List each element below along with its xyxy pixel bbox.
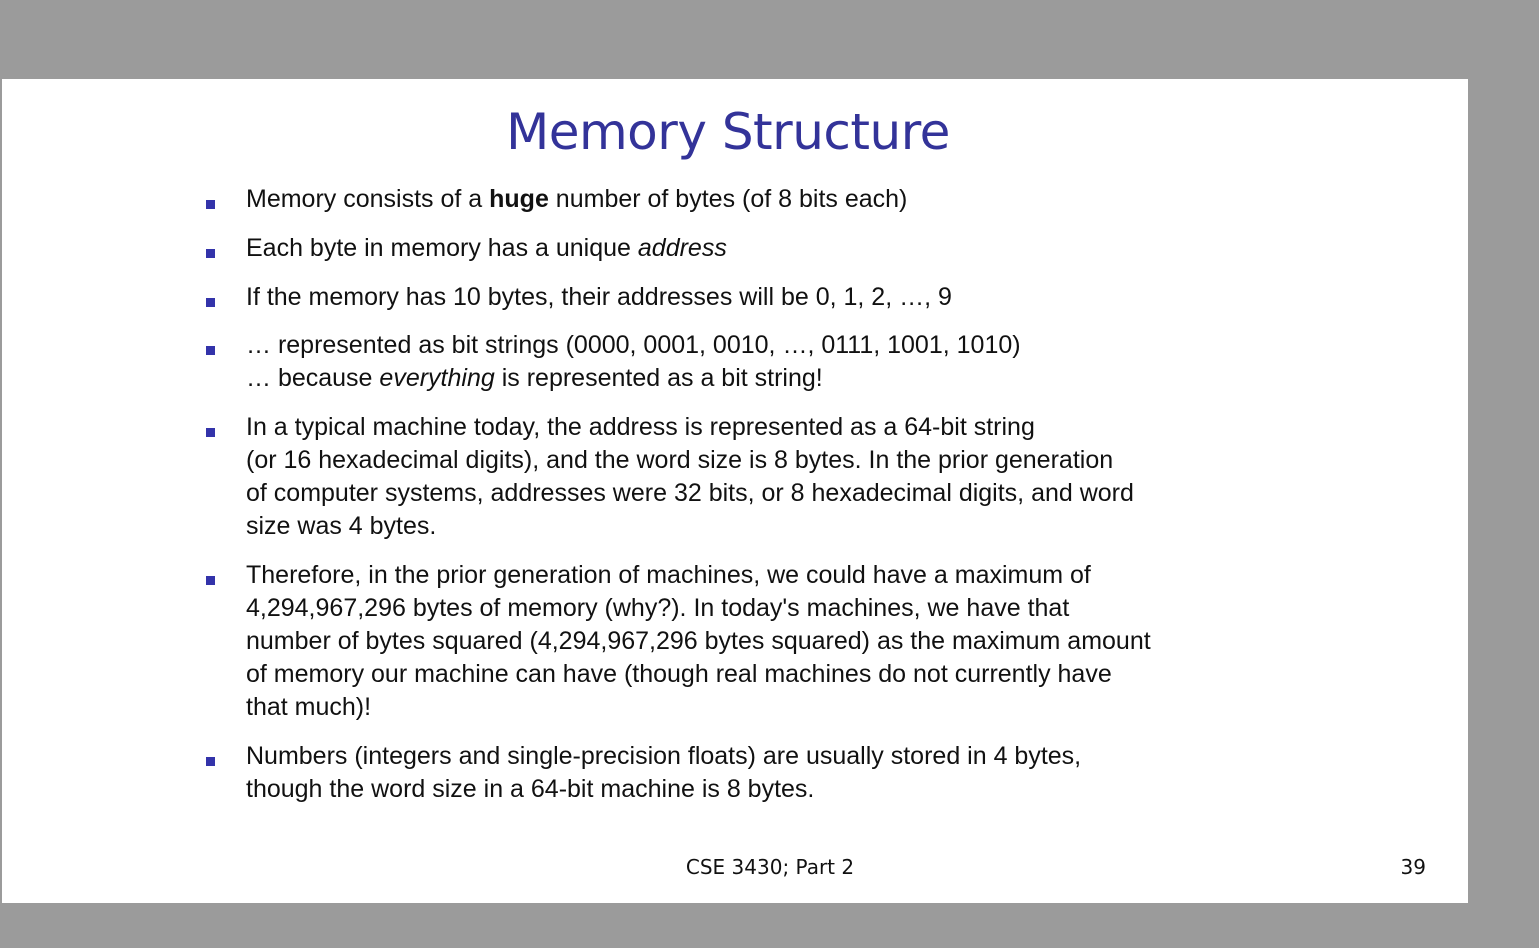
bullet-text: In a typical machine today, the address … xyxy=(246,411,1256,543)
bullet-line: that much)! xyxy=(246,691,1256,724)
text-segment: of memory our machine can have (though r… xyxy=(246,660,1112,688)
bullet-marker xyxy=(206,757,215,766)
bullet-line: … because everything is represented as a… xyxy=(246,362,1256,395)
emphasis-bold: huge xyxy=(489,185,549,213)
bullet-text: Each byte in memory has a unique address xyxy=(246,232,1256,265)
text-segment: Numbers (integers and single-precision f… xyxy=(246,742,1082,770)
emphasis-italic: everything xyxy=(379,364,495,392)
bullet-item: Each byte in memory has a unique address xyxy=(206,232,1246,265)
bullet-text: Memory consists of a huge number of byte… xyxy=(246,183,1256,216)
bullet-line: In a typical machine today, the address … xyxy=(246,411,1256,444)
text-segment: In a typical machine today, the address … xyxy=(246,413,1035,441)
text-segment: Memory consists of a xyxy=(246,185,490,213)
slide: Memory Structure Memory consists of a hu… xyxy=(2,79,1468,903)
text-segment: of computer systems, addresses were 32 b… xyxy=(246,479,1134,507)
text-segment: number of bytes squared (4,294,967,296 b… xyxy=(246,627,1151,655)
text-segment: is represented as a bit string! xyxy=(494,364,823,392)
bullet-item: Therefore, in the prior generation of ma… xyxy=(206,559,1246,724)
bullet-marker xyxy=(206,200,215,209)
bullet-line: 4,294,967,296 bytes of memory (why?). In… xyxy=(246,592,1256,625)
emphasis-italic: address xyxy=(637,234,727,262)
bullet-text: … represented as bit strings (0000, 0001… xyxy=(246,329,1256,395)
text-segment: If the memory has 10 bytes, their addres… xyxy=(246,283,952,311)
text-segment: (or 16 hexadecimal digits), and the word… xyxy=(246,446,1114,474)
bullet-marker xyxy=(206,576,215,585)
bullet-text: Therefore, in the prior generation of ma… xyxy=(246,559,1256,724)
bullet-item: In a typical machine today, the address … xyxy=(206,411,1246,543)
bullet-line: of memory our machine can have (though r… xyxy=(246,658,1256,691)
bullet-marker xyxy=(206,298,215,307)
bullet-line: If the memory has 10 bytes, their addres… xyxy=(246,281,1256,314)
text-segment: … because xyxy=(246,364,380,392)
text-segment: that much)! xyxy=(246,693,372,721)
slide-footer: CSE 3430; Part 2 xyxy=(685,855,855,879)
bullet-text: If the memory has 10 bytes, their addres… xyxy=(246,281,1256,314)
bullet-line: … represented as bit strings (0000, 0001… xyxy=(246,329,1256,362)
bullet-item: Memory consists of a huge number of byte… xyxy=(206,183,1246,216)
bullet-marker xyxy=(206,428,215,437)
page-number: 39 xyxy=(1400,855,1426,879)
text-segment: Therefore, in the prior generation of ma… xyxy=(246,561,1091,589)
bullet-line: size was 4 bytes. xyxy=(246,510,1256,543)
bullet-list: Memory consists of a huge number of byte… xyxy=(2,79,1468,903)
bullet-text: Numbers (integers and single-precision f… xyxy=(246,740,1256,806)
text-segment: … represented as bit strings (0000, 0001… xyxy=(246,331,1021,359)
bullet-line: number of bytes squared (4,294,967,296 b… xyxy=(246,625,1256,658)
bullet-item: If the memory has 10 bytes, their addres… xyxy=(206,281,1246,314)
bullet-line: of computer systems, addresses were 32 b… xyxy=(246,477,1256,510)
bullet-item: … represented as bit strings (0000, 0001… xyxy=(206,329,1246,395)
text-segment: size was 4 bytes. xyxy=(246,512,437,540)
bullet-marker xyxy=(206,249,215,258)
bullet-line: though the word size in a 64-bit machine… xyxy=(246,773,1256,806)
bullet-line: Numbers (integers and single-precision f… xyxy=(246,740,1256,773)
bullet-line: Memory consists of a huge number of byte… xyxy=(246,183,1256,216)
bullet-item: Numbers (integers and single-precision f… xyxy=(206,740,1246,806)
text-segment: number of bytes (of 8 bits each) xyxy=(548,185,908,213)
text-segment: Each byte in memory has a unique xyxy=(246,234,638,262)
bullet-marker xyxy=(206,346,215,355)
text-segment: though the word size in a 64-bit machine… xyxy=(246,775,815,803)
bullet-line: (or 16 hexadecimal digits), and the word… xyxy=(246,444,1256,477)
bullet-line: Therefore, in the prior generation of ma… xyxy=(246,559,1256,592)
text-segment: 4,294,967,296 bytes of memory (why?). In… xyxy=(246,594,1070,622)
bullet-line: Each byte in memory has a unique address xyxy=(246,232,1256,265)
